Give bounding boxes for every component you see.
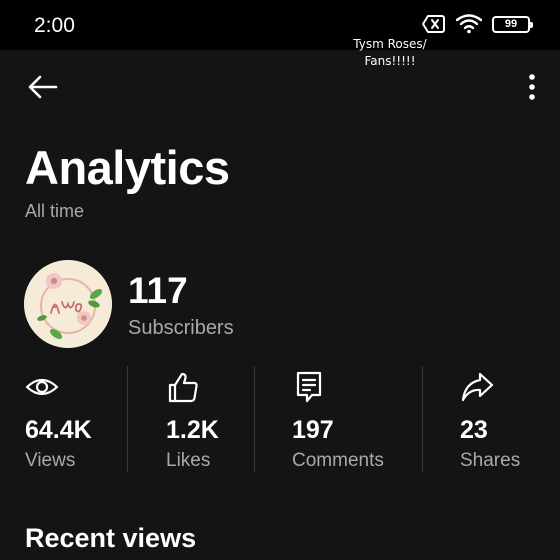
subscriber-label: Subscribers	[128, 317, 234, 339]
overlay-caption-line-1: Tysm Roses/	[353, 37, 427, 51]
stat-value: 64.4K	[25, 416, 92, 444]
stat-value: 1.2K	[166, 416, 219, 444]
page-title: Analytics	[25, 141, 230, 194]
stat-label: Shares	[460, 450, 521, 471]
battery-level: 99	[504, 18, 518, 30]
stats-row: 64.4K Views 1.2K Likes 197 Comments 23 S…	[0, 366, 560, 472]
stat-value: 197	[292, 416, 334, 444]
divider	[127, 366, 128, 472]
overlay-caption-line-2: Fans!!!!!	[364, 54, 416, 68]
eye-icon	[25, 378, 59, 396]
share-icon	[461, 372, 494, 402]
divider	[254, 366, 255, 472]
stat-label: Likes	[166, 450, 211, 471]
wifi-icon	[456, 14, 482, 34]
overlay-caption: Tysm Roses/ Fans!!!!!	[340, 36, 440, 70]
battery-icon: 99	[492, 15, 533, 33]
subscriber-count: 117	[128, 270, 188, 311]
status-bar: 2:00 99	[0, 0, 560, 50]
stat-label: Views	[25, 450, 76, 471]
comment-icon	[296, 371, 322, 403]
page-subtitle: All time	[25, 201, 85, 221]
thumbs-up-icon	[168, 372, 198, 403]
status-icons: 99	[422, 14, 533, 34]
avatar[interactable]	[24, 260, 112, 348]
stat-label: Comments	[292, 450, 384, 471]
status-time: 2:00	[34, 14, 75, 37]
avatar-artwork	[24, 260, 112, 348]
divider	[422, 366, 423, 472]
recent-views-heading: Recent views	[25, 523, 197, 553]
close-box-icon	[422, 15, 445, 33]
stat-value: 23	[460, 416, 488, 444]
more-options-button[interactable]	[526, 72, 538, 102]
back-button[interactable]	[26, 70, 60, 104]
